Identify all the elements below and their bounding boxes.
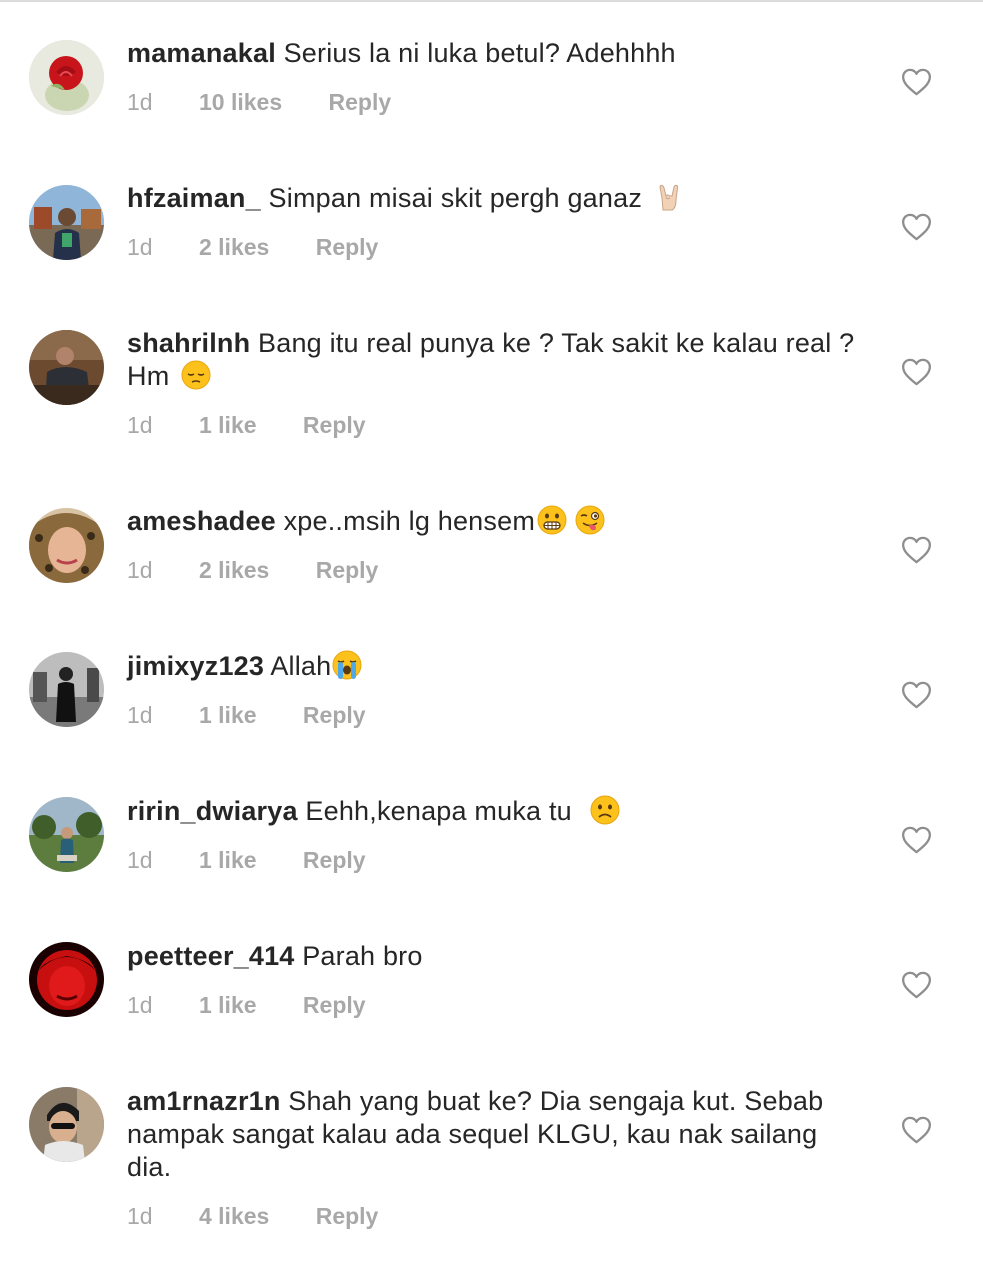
- comment-meta: 1d 4 likes Reply: [127, 1202, 378, 1230]
- comment-likes[interactable]: 1 like: [199, 701, 257, 729]
- comment-time: 1d: [127, 234, 153, 260]
- avatar[interactable]: [29, 1087, 104, 1162]
- comment-body: shahrilnh Bang itu real punya ke ? Tak s…: [127, 327, 867, 393]
- reply-button[interactable]: Reply: [303, 846, 366, 874]
- avatar[interactable]: [29, 942, 104, 1017]
- comment-meta: 1d 1 like Reply: [127, 991, 366, 1019]
- comment-time: 1d: [127, 89, 153, 115]
- comment-body: am1rnazr1n Shah yang buat ke? Dia sengaj…: [127, 1085, 867, 1184]
- comment-time: 1d: [127, 557, 153, 583]
- reply-button[interactable]: Reply: [329, 88, 392, 116]
- heart-outline-icon[interactable]: [901, 68, 932, 96]
- comment-username[interactable]: shahrilnh: [127, 328, 250, 358]
- avatar[interactable]: [29, 330, 104, 405]
- comment-time: 1d: [127, 992, 153, 1018]
- comment-likes[interactable]: 1 like: [199, 411, 257, 439]
- comment-body: ameshadee xpe..msih lg hensem: [127, 505, 867, 538]
- comment-body: jimixyz123 Allah: [127, 650, 867, 683]
- pensive-face-emoji: [181, 360, 211, 390]
- comment-body: hfzaiman_ Simpan misai skit pergh ganaz: [127, 182, 867, 215]
- comment-likes[interactable]: 1 like: [199, 991, 257, 1019]
- comment-body: ririn_dwiarya Eehh,kenapa muka tu: [127, 795, 867, 828]
- heart-outline-icon[interactable]: [901, 826, 932, 854]
- comment-meta: 1d 10 likes Reply: [127, 88, 391, 116]
- comment-username[interactable]: jimixyz123: [127, 651, 264, 681]
- heart-outline-icon[interactable]: [901, 971, 932, 999]
- frowning-face-emoji: [590, 795, 620, 825]
- comment-body: peetteer_414 Parah bro: [127, 940, 867, 973]
- comment-likes[interactable]: 4 likes: [199, 1202, 269, 1230]
- comment-text: Simpan misai skit pergh ganaz: [268, 183, 650, 213]
- comment-body: mamanakal Serius la ni luka betul? Adehh…: [127, 37, 867, 70]
- comment-username[interactable]: am1rnazr1n: [127, 1086, 281, 1116]
- comment-text: Parah bro: [302, 941, 423, 971]
- comment-username[interactable]: ririn_dwiarya: [127, 796, 298, 826]
- heart-outline-icon[interactable]: [901, 358, 932, 386]
- reply-button[interactable]: Reply: [303, 411, 366, 439]
- comment-meta: 1d 2 likes Reply: [127, 233, 378, 261]
- comment-meta: 1d 1 like Reply: [127, 701, 366, 729]
- comment-likes[interactable]: 1 like: [199, 846, 257, 874]
- comment-text: Allah: [270, 651, 332, 681]
- comment-time: 1d: [127, 1203, 153, 1229]
- reply-button[interactable]: Reply: [303, 991, 366, 1019]
- comment-time: 1d: [127, 412, 153, 438]
- heart-outline-icon[interactable]: [901, 681, 932, 709]
- comment-likes[interactable]: 2 likes: [199, 233, 269, 261]
- top-divider: [0, 0, 983, 2]
- heart-outline-icon[interactable]: [901, 536, 932, 564]
- reply-button[interactable]: Reply: [303, 701, 366, 729]
- winking-tongue-face-emoji: [575, 505, 605, 535]
- comment-username[interactable]: mamanakal: [127, 38, 276, 68]
- comment-text: xpe..msih lg hensem: [283, 506, 536, 536]
- comment-meta: 1d 1 like Reply: [127, 411, 366, 439]
- comment-username[interactable]: hfzaiman_: [127, 183, 261, 213]
- reply-button[interactable]: Reply: [316, 1202, 379, 1230]
- comment-text: Serius la ni luka betul? Adehhhh: [283, 38, 676, 68]
- comment-meta: 1d 1 like Reply: [127, 846, 366, 874]
- comment-time: 1d: [127, 702, 153, 728]
- avatar[interactable]: [29, 40, 104, 115]
- heart-outline-icon[interactable]: [901, 1116, 932, 1144]
- avatar[interactable]: [29, 652, 104, 727]
- rock-on-hand-emoji: [659, 184, 678, 211]
- comment-username[interactable]: ameshadee: [127, 506, 276, 536]
- comment-likes[interactable]: 2 likes: [199, 556, 269, 584]
- comment-username[interactable]: peetteer_414: [127, 941, 295, 971]
- avatar[interactable]: [29, 508, 104, 583]
- comment-meta: 1d 2 likes Reply: [127, 556, 378, 584]
- comment-text: Eehh,kenapa muka tu: [305, 796, 580, 826]
- reply-button[interactable]: Reply: [316, 556, 379, 584]
- avatar[interactable]: [29, 797, 104, 872]
- comment-time: 1d: [127, 847, 153, 873]
- avatar[interactable]: [29, 185, 104, 260]
- loudly-crying-face-emoji: [332, 650, 362, 680]
- reply-button[interactable]: Reply: [316, 233, 379, 261]
- grimacing-face-emoji: [537, 505, 567, 535]
- comment-likes[interactable]: 10 likes: [199, 88, 282, 116]
- heart-outline-icon[interactable]: [901, 213, 932, 241]
